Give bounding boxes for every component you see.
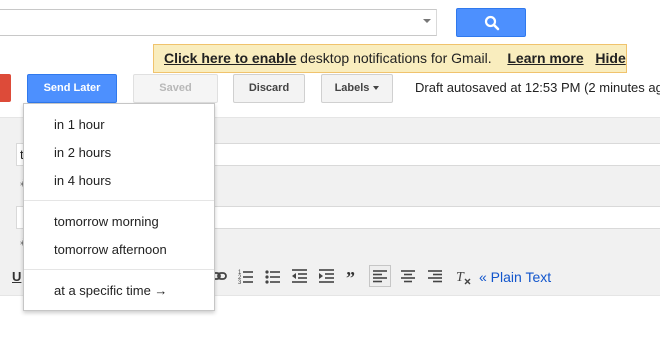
discard-label: Discard bbox=[248, 82, 290, 94]
labels-button[interactable]: Labels bbox=[321, 74, 393, 103]
menu-item-in-1-hour[interactable]: in 1 hour bbox=[24, 112, 214, 138]
search-input[interactable] bbox=[0, 9, 437, 36]
svg-text:”: ” bbox=[346, 268, 355, 287]
labels-label: Labels bbox=[334, 82, 370, 94]
saved-button: Saved bbox=[133, 74, 218, 103]
menu-item-tomorrow-afternoon[interactable]: tomorrow afternoon bbox=[24, 237, 214, 263]
search-button[interactable] bbox=[456, 8, 526, 37]
numbered-list-icon[interactable]: 123 bbox=[235, 265, 257, 287]
search-options-caret-icon[interactable] bbox=[423, 19, 431, 23]
outdent-icon[interactable] bbox=[289, 265, 311, 287]
bulleted-list-icon[interactable] bbox=[262, 265, 284, 287]
align-left-icon[interactable] bbox=[369, 265, 391, 287]
plain-text-link[interactable]: « Plain Text bbox=[479, 269, 551, 285]
indent-icon[interactable] bbox=[316, 265, 338, 287]
chevron-down-icon bbox=[373, 86, 380, 91]
learn-more-link[interactable]: Learn more bbox=[507, 50, 583, 66]
menu-item-in-4-hours[interactable]: in 4 hours bbox=[24, 168, 214, 194]
quote-icon[interactable]: ” bbox=[343, 265, 365, 287]
menu-item-specific-time[interactable]: at a specific time → bbox=[24, 278, 214, 304]
autosave-status: Draft autosaved at 12:53 PM (2 minutes a… bbox=[415, 80, 660, 95]
menu-item-in-2-hours[interactable]: in 2 hours bbox=[24, 140, 214, 166]
svg-text:T: T bbox=[456, 270, 465, 285]
hide-link[interactable]: Hide bbox=[595, 50, 625, 66]
underline-icon[interactable]: U bbox=[12, 269, 21, 284]
enable-notifications-link[interactable]: Click here to enable bbox=[164, 50, 296, 66]
discard-button[interactable]: Discard bbox=[233, 74, 305, 103]
align-center-icon[interactable] bbox=[397, 265, 419, 287]
search-icon bbox=[484, 15, 500, 31]
saved-label: Saved bbox=[159, 82, 192, 94]
send-button[interactable] bbox=[0, 74, 11, 102]
desktop-notification-bar: Click here to enable desktop notificatio… bbox=[153, 44, 627, 73]
align-right-icon[interactable] bbox=[424, 265, 446, 287]
send-later-menu: in 1 hour in 2 hours in 4 hours tomorrow… bbox=[23, 103, 215, 311]
svg-text:3: 3 bbox=[238, 280, 242, 286]
menu-item-tomorrow-morning[interactable]: tomorrow morning bbox=[24, 209, 214, 235]
remove-formatting-icon[interactable]: T bbox=[452, 265, 474, 287]
send-later-label: Send Later bbox=[43, 82, 101, 94]
send-later-button[interactable]: Send Later bbox=[27, 74, 117, 103]
menu-separator bbox=[24, 269, 214, 270]
notification-message: desktop notifications for Gmail. bbox=[300, 50, 492, 66]
menu-separator bbox=[24, 200, 214, 201]
